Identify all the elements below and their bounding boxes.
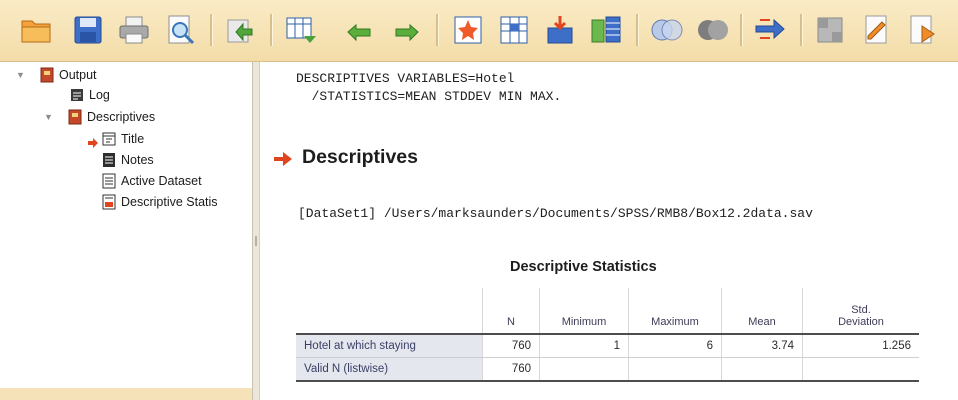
expand-triangle-icon[interactable]: ▼ <box>16 70 25 80</box>
nav-item-label: Active Dataset <box>121 174 202 188</box>
cell-std-deviation: 1.256 <box>802 334 919 358</box>
print-preview-icon[interactable] <box>162 12 198 48</box>
current-output-arrow-icon <box>274 152 292 166</box>
cell-std-deviation <box>802 357 919 382</box>
row-label: Hotel at which staying <box>296 334 483 358</box>
nav-item-label: Notes <box>121 153 154 167</box>
table-header-row: N Minimum Maximum Mean Std. Deviation <box>296 288 919 335</box>
syntax-line: /STATISTICS=MEAN STDDEV MIN MAX. <box>296 89 562 104</box>
output-navigator: ▼ Output Log ▼ Descriptives Title Notes … <box>0 62 253 400</box>
nav-item-log[interactable]: Log <box>68 86 110 104</box>
descriptives-book-icon <box>66 108 84 126</box>
value-labels-icon[interactable] <box>694 12 730 48</box>
active-dataset-icon <box>100 172 118 190</box>
print-icon[interactable] <box>116 12 152 48</box>
nav-item-title[interactable]: Title <box>100 130 144 148</box>
nav-item-descriptives[interactable]: Descriptives <box>66 108 155 126</box>
column-header-mean: Mean <box>721 288 803 335</box>
navigator-bottom-bar <box>0 388 252 400</box>
cell-minimum <box>539 357 629 382</box>
output-heading[interactable]: Descriptives <box>302 146 418 169</box>
toolbar-separator <box>800 14 803 46</box>
cell-maximum <box>628 357 722 382</box>
column-header-std-deviation: Std. Deviation <box>802 288 919 335</box>
export-icon[interactable] <box>222 12 258 48</box>
descriptive-statistics-table[interactable]: N Minimum Maximum Mean Std. Deviation Hot… <box>296 288 919 382</box>
undo-icon[interactable] <box>342 12 378 48</box>
toolbar <box>0 0 958 62</box>
table-row: Valid N (listwise) 760 <box>296 357 919 382</box>
select-cases-icon[interactable] <box>648 12 684 48</box>
syntax-line: DESCRIPTIVES VARIABLES=Hotel <box>296 71 515 86</box>
output-book-icon <box>38 66 56 84</box>
goto-data-icon[interactable] <box>282 12 318 48</box>
nav-item-label: Output <box>59 68 97 82</box>
column-header-std-line: Deviation <box>838 316 884 328</box>
column-header-n: N <box>482 288 540 335</box>
syntax-block: DESCRIPTIVES VARIABLES=Hotel /STATISTICS… <box>296 70 561 106</box>
notes-icon <box>100 151 118 169</box>
nav-item-notes[interactable]: Notes <box>100 151 154 169</box>
toolbar-separator <box>270 14 273 46</box>
redo-icon[interactable] <box>388 12 424 48</box>
cell-maximum: 6 <box>628 334 722 358</box>
output-viewer: DESCRIPTIVES VARIABLES=Hotel /STATISTICS… <box>260 62 958 400</box>
nav-item-output[interactable]: Output <box>38 66 97 84</box>
nav-item-descriptive-statistics[interactable]: Descriptive Statis <box>100 193 218 211</box>
use-sets-icon[interactable] <box>752 12 788 48</box>
nav-item-label: Log <box>89 88 110 102</box>
dataset-path[interactable]: [DataSet1] /Users/marksaunders/Documents… <box>298 206 813 221</box>
table-row: Hotel at which staying 760 1 6 3.74 1.25… <box>296 334 919 358</box>
nav-item-label: Descriptives <box>87 110 156 124</box>
descriptive-statistics-icon <box>100 193 118 211</box>
cell-minimum: 1 <box>539 334 629 358</box>
goto-case-icon[interactable] <box>450 12 486 48</box>
table-corner-cell <box>296 288 483 335</box>
table-title[interactable]: Descriptive Statistics <box>510 259 657 275</box>
toolbar-separator <box>636 14 639 46</box>
current-item-arrow-icon <box>88 138 98 148</box>
row-label: Valid N (listwise) <box>296 357 483 382</box>
run-script-icon[interactable] <box>904 12 940 48</box>
nav-item-active-dataset[interactable]: Active Dataset <box>100 172 202 190</box>
spell-check-icon[interactable] <box>858 12 894 48</box>
insert-variable-icon[interactable] <box>542 12 578 48</box>
column-header-minimum: Minimum <box>539 288 629 335</box>
goto-variable-icon[interactable] <box>496 12 532 48</box>
column-header-std-line: Std. <box>851 304 871 316</box>
toolbar-separator <box>210 14 213 46</box>
pane-splitter[interactable] <box>252 62 260 400</box>
title-icon <box>100 130 118 148</box>
log-icon <box>68 86 86 104</box>
toolbar-separator <box>740 14 743 46</box>
cell-n: 760 <box>482 357 540 382</box>
split-file-icon[interactable] <box>588 12 624 48</box>
open-folder-icon[interactable] <box>18 12 54 48</box>
splitter-grip[interactable] <box>255 236 257 246</box>
nav-item-label: Title <box>121 132 145 146</box>
column-header-maximum: Maximum <box>628 288 722 335</box>
cell-n: 760 <box>482 334 540 358</box>
save-icon[interactable] <box>70 12 106 48</box>
nav-item-label: Descriptive Statis <box>121 195 218 209</box>
expand-triangle-icon[interactable]: ▼ <box>44 112 53 122</box>
cell-mean: 3.74 <box>721 334 803 358</box>
cell-mean <box>721 357 803 382</box>
toolbar-separator <box>436 14 439 46</box>
show-all-variables-icon[interactable] <box>812 12 848 48</box>
